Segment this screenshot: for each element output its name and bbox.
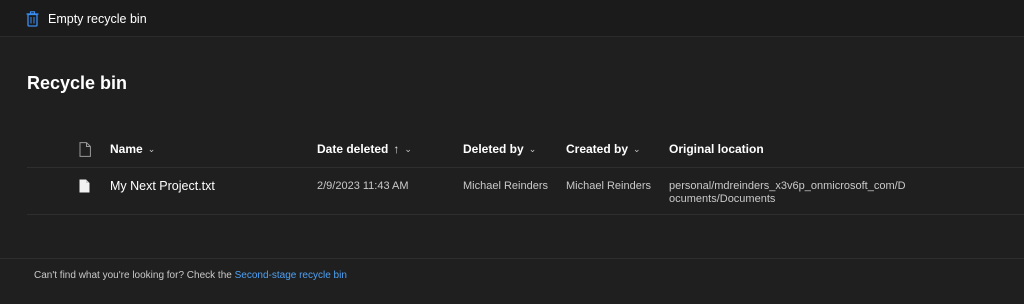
column-header-created-by[interactable]: Created by ⌄ (566, 142, 641, 156)
footer-prompt: Can't find what you're looking for? Chec… (34, 270, 235, 281)
page-title: Recycle bin (27, 73, 128, 93)
column-header-original-location-label: Original location (669, 142, 764, 156)
file-type-icon[interactable] (79, 142, 91, 157)
deleted-by: Michael Reinders (463, 180, 548, 192)
recycle-bin-icon (26, 11, 39, 27)
created-by: Michael Reinders (566, 180, 651, 192)
chevron-down-icon: ⌄ (404, 143, 412, 154)
column-header-created-by-label: Created by (566, 142, 629, 156)
command-bar: Empty recycle bin (0, 0, 1024, 37)
list-header: Name ⌄ Date deleted ↑ ⌄ Deleted by ⌄ Cre… (27, 130, 1024, 168)
column-header-date-deleted[interactable]: Date deleted ↑ ⌄ (317, 142, 412, 156)
column-header-name[interactable]: Name ⌄ (110, 142, 155, 156)
column-header-name-label: Name (110, 142, 143, 156)
column-header-deleted-by-label: Deleted by (463, 142, 524, 156)
chevron-down-icon: ⌄ (147, 143, 156, 154)
chevron-down-icon: ⌄ (633, 143, 641, 154)
second-stage-recycle-bin-link[interactable]: Second-stage recycle bin (235, 270, 347, 281)
document-icon (79, 179, 90, 193)
table-row[interactable]: My Next Project.txt 2/9/2023 11:43 AM Mi… (27, 169, 1024, 215)
column-header-original-location[interactable]: Original location (669, 142, 764, 156)
empty-recycle-bin-label: Empty recycle bin (48, 12, 147, 26)
column-header-deleted-by[interactable]: Deleted by ⌄ (463, 142, 536, 156)
footer: Can't find what you're looking for? Chec… (0, 258, 1024, 304)
footer-message: Can't find what you're looking for? Chec… (34, 270, 347, 281)
chevron-down-icon: ⌄ (528, 143, 537, 154)
column-header-date-deleted-label: Date deleted (317, 142, 389, 156)
file-name[interactable]: My Next Project.txt (110, 179, 215, 193)
date-deleted: 2/9/2023 11:43 AM (317, 180, 409, 192)
empty-recycle-bin-button[interactable]: Empty recycle bin (26, 9, 147, 29)
original-location: personal/mdreinders_x3v6p_onmicrosoft_co… (669, 180, 906, 205)
sort-ascending-icon: ↑ (393, 142, 400, 156)
